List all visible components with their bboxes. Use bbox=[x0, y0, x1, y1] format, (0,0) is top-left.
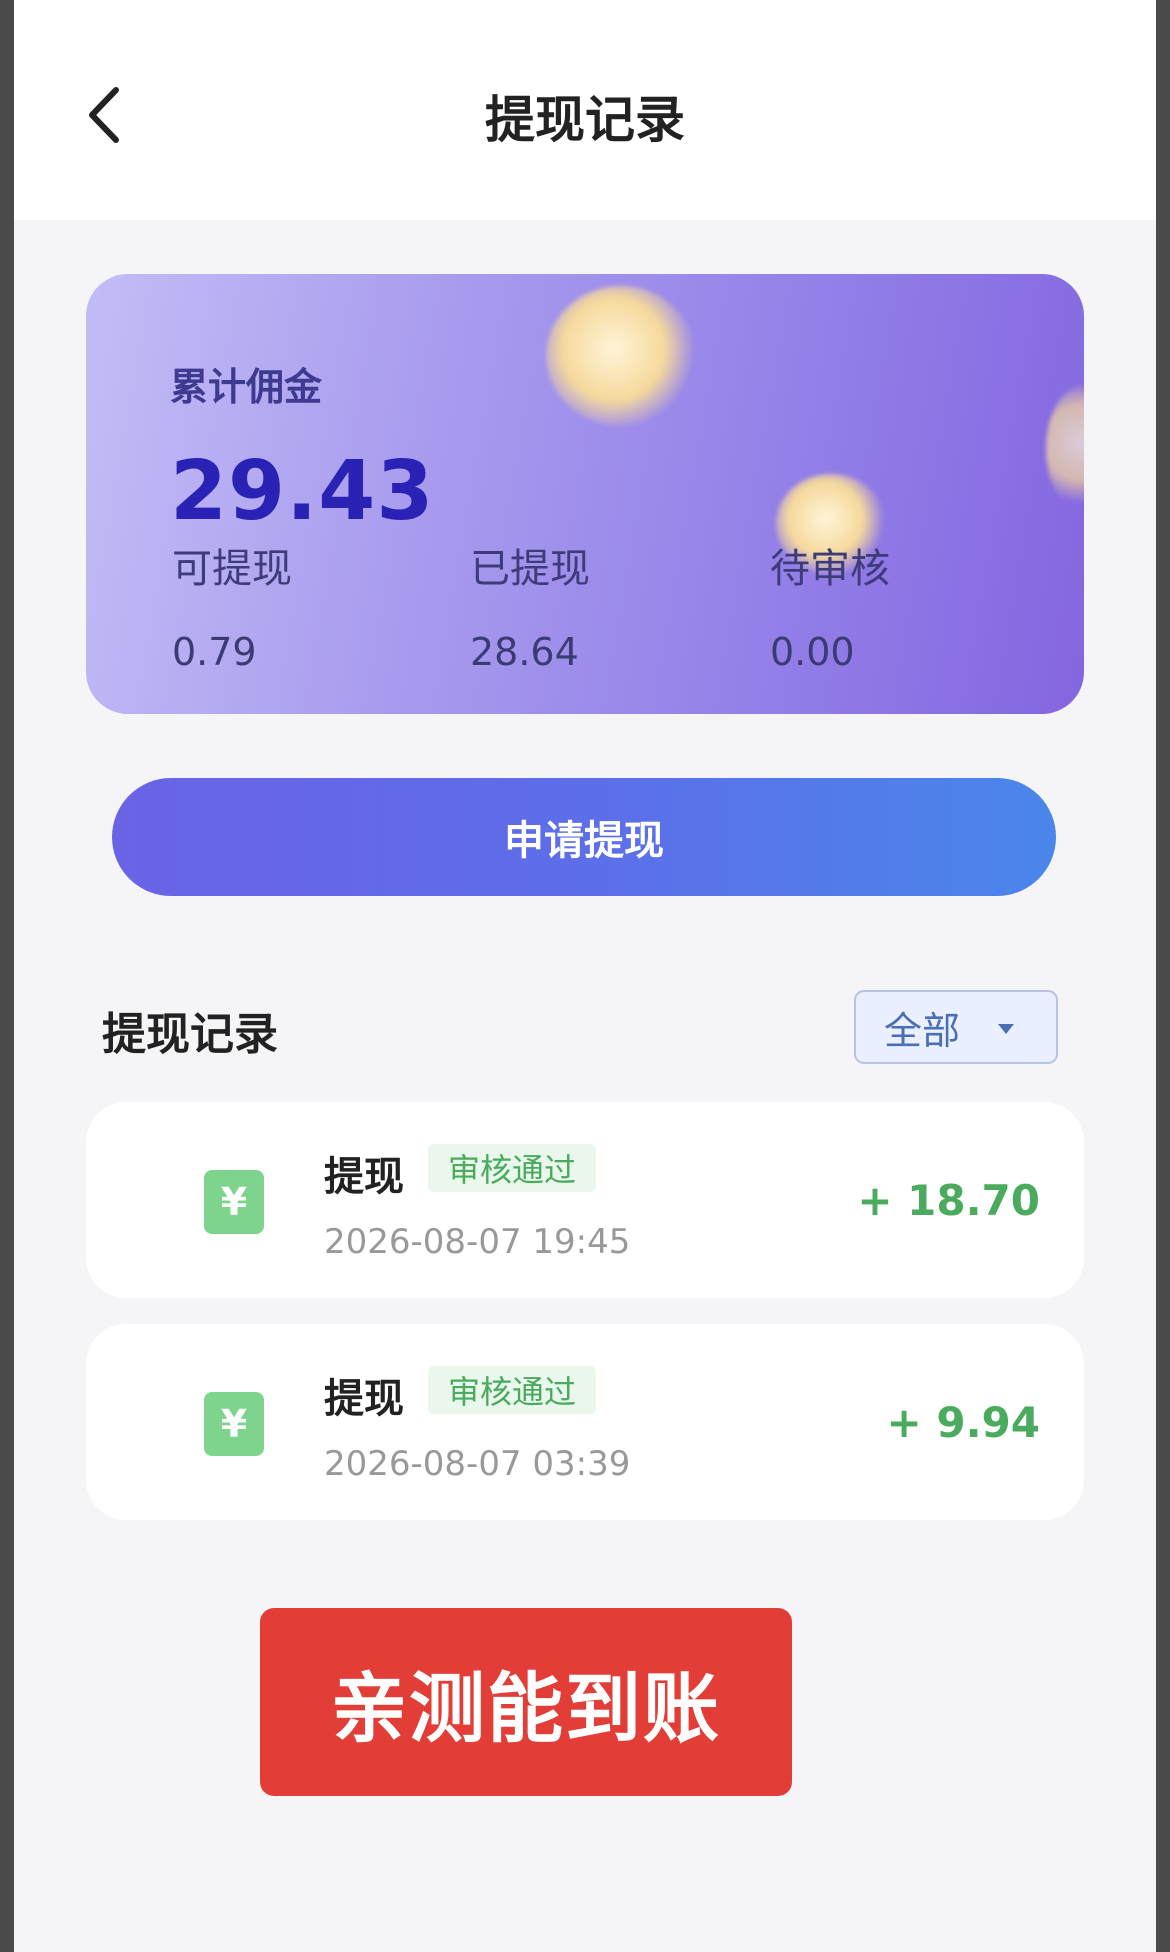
record-item[interactable]: ¥ 提现 审核通过 2026-08-07 19:45 + 18.70 bbox=[86, 1102, 1084, 1298]
stat-value: 0.79 bbox=[172, 630, 257, 674]
stat-value: 28.64 bbox=[470, 630, 579, 674]
record-item[interactable]: ¥ 提现 审核通过 2026-08-07 03:39 + 9.94 bbox=[86, 1324, 1084, 1520]
stat-withdrawn: 已提现 28.64 bbox=[470, 536, 590, 674]
record-filter-select[interactable]: 全部 bbox=[854, 990, 1058, 1064]
record-time: 2026-08-07 03:39 bbox=[324, 1444, 631, 1484]
total-commission-label: 累计佣金 bbox=[170, 365, 323, 409]
record-amount: + 9.94 bbox=[886, 1398, 1040, 1447]
record-title: 提现 bbox=[324, 1154, 404, 1200]
app-screen: 提现记录 累计佣金 29.43 可提现 0.79 已提现 28.64 待审核 0… bbox=[14, 0, 1156, 1952]
page-title: 提现记录 bbox=[485, 91, 685, 149]
stat-value: 0.00 bbox=[770, 630, 855, 674]
yuan-icon: ¥ bbox=[204, 1392, 264, 1456]
yuan-icon: ¥ bbox=[204, 1170, 264, 1234]
record-time: 2026-08-07 19:45 bbox=[324, 1222, 631, 1262]
caret-down-icon bbox=[998, 1024, 1014, 1034]
coin-decoration bbox=[1046, 384, 1084, 514]
records-section-title: 提现记录 bbox=[102, 1009, 278, 1060]
coin-decoration bbox=[546, 286, 696, 426]
commission-summary-card: 累计佣金 29.43 可提现 0.79 已提现 28.64 待审核 0.00 bbox=[86, 274, 1084, 714]
stat-label: 已提现 bbox=[470, 546, 590, 592]
stat-label: 待审核 bbox=[770, 546, 890, 592]
status-badge: 审核通过 bbox=[428, 1144, 597, 1192]
filter-selected-value: 全部 bbox=[884, 1008, 961, 1053]
total-commission-value: 29.43 bbox=[170, 444, 435, 539]
stat-withdrawable: 可提现 0.79 bbox=[172, 536, 292, 674]
record-title: 提现 bbox=[324, 1376, 404, 1422]
record-amount: + 18.70 bbox=[857, 1176, 1040, 1225]
stat-pending: 待审核 0.00 bbox=[770, 536, 890, 674]
stat-label: 可提现 bbox=[172, 546, 292, 592]
nav-bar: 提现记录 bbox=[14, 0, 1156, 220]
status-badge: 审核通过 bbox=[428, 1366, 597, 1414]
apply-withdrawal-button[interactable]: 申请提现 bbox=[112, 778, 1056, 896]
overlay-stamp-label: 亲测能到账 bbox=[260, 1608, 792, 1796]
